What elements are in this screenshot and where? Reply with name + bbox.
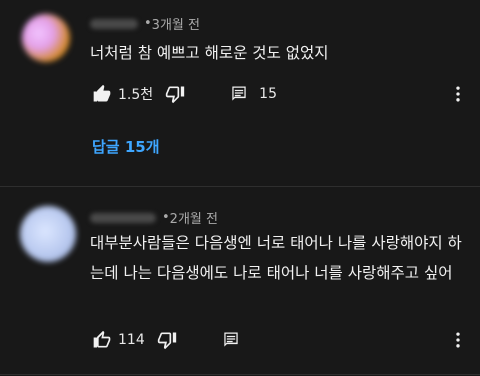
reply-button[interactable]: [221, 330, 241, 350]
comment-meta: • 2개월 전: [90, 208, 218, 227]
view-replies-link[interactable]: 답글 15개: [92, 136, 160, 157]
comment-meta: • 3개월 전: [90, 14, 200, 33]
meta-separator: •: [144, 16, 152, 31]
comment-time[interactable]: 2개월 전: [170, 208, 218, 227]
dislike-button[interactable]: [165, 84, 185, 104]
meta-separator: •: [162, 210, 170, 225]
comment-text: 대부분사람들은 다음생엔 너로 태어나 나를 사랑해야지 하는데 나는 다음생에…: [90, 234, 462, 282]
like-count: 1.5천: [118, 87, 154, 103]
thumbs-up-icon: [92, 330, 112, 350]
more-options-button[interactable]: [448, 84, 468, 108]
comment-2: • 2개월 전 대부분사람들은 다음생엔 너로 태어나 나를 사랑해야지 하는데…: [0, 190, 480, 376]
like-button[interactable]: 1.5천: [92, 84, 153, 104]
reply-count: 15: [259, 86, 277, 102]
dislike-button[interactable]: [157, 330, 177, 350]
thumbs-down-icon: [165, 84, 185, 104]
comments-panel: • 3개월 전 너처럼 참 예쁘고 해로운 것도 없었지 1.5천 15 답글 …: [0, 0, 480, 376]
like-button[interactable]: 114: [92, 330, 145, 350]
more-vert-icon: [448, 86, 468, 108]
comment-icon: [229, 84, 249, 104]
comment-text: 너처럼 참 예쁘고 해로운 것도 없었지: [90, 44, 329, 62]
comment-icon: [221, 330, 241, 350]
thumbs-down-icon: [157, 330, 177, 350]
comment-actions: 114: [92, 330, 241, 350]
more-vert-icon: [448, 332, 468, 354]
comment-divider: [0, 374, 480, 375]
avatar[interactable]: [22, 14, 70, 62]
avatar[interactable]: [20, 206, 76, 262]
author-name-blurred[interactable]: [90, 212, 156, 223]
more-options-button[interactable]: [448, 330, 468, 354]
comment-actions: 1.5천 15: [92, 84, 277, 104]
like-count: 114: [118, 332, 145, 348]
comment-divider: [0, 186, 480, 187]
comment-time[interactable]: 3개월 전: [152, 14, 200, 33]
comment-1: • 3개월 전 너처럼 참 예쁘고 해로운 것도 없었지 1.5천 15 답글 …: [0, 0, 480, 180]
thumbs-up-icon: [92, 84, 112, 104]
author-name-blurred[interactable]: [90, 18, 138, 29]
reply-button[interactable]: 15: [229, 84, 277, 104]
